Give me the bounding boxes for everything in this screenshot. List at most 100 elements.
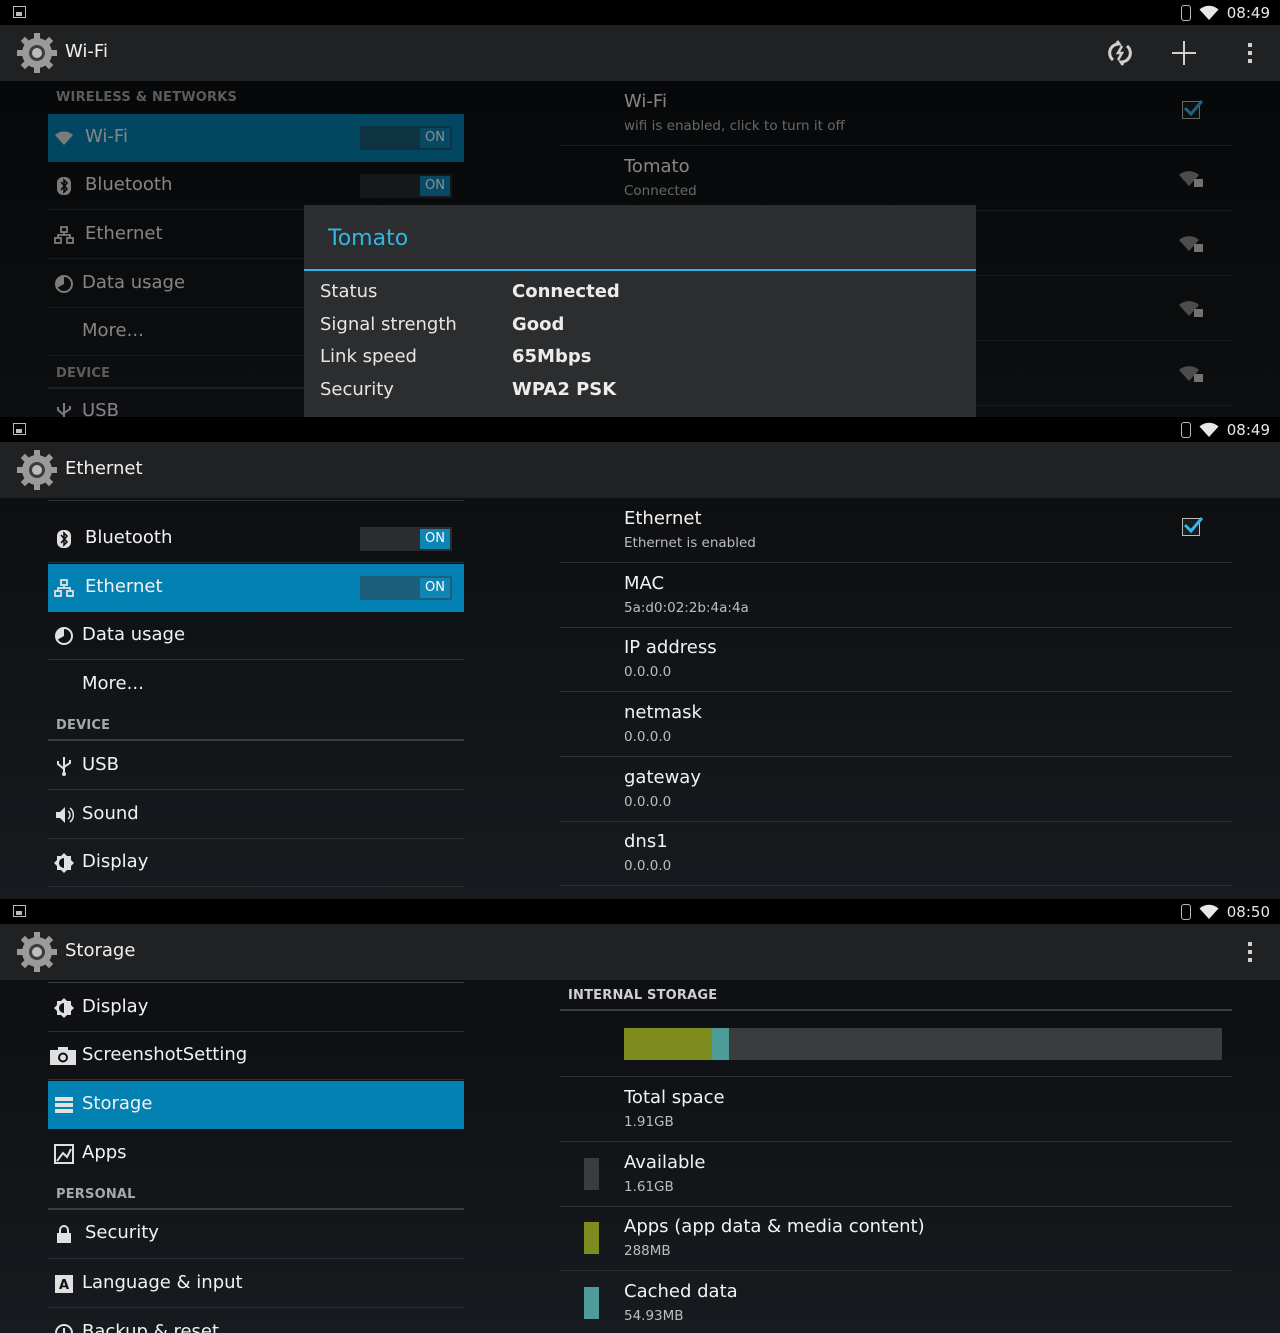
ethernet-enable-checkbox[interactable] bbox=[1182, 517, 1204, 536]
nav-item-label: Bluetooth bbox=[85, 527, 173, 548]
overflow-menu-icon[interactable] bbox=[1248, 43, 1252, 63]
gateway-pref[interactable]: gateway 0.0.0.0 bbox=[560, 757, 1232, 822]
ethernet-enable-pref[interactable]: Ethernet Ethernet is enabled bbox=[560, 498, 1232, 563]
status-bar: 08:49 bbox=[0, 0, 1280, 25]
nav-item-sound[interactable]: Sound bbox=[48, 791, 464, 839]
dialog-row-key: Security bbox=[320, 379, 394, 400]
nav-item-security[interactable]: Security bbox=[48, 1210, 464, 1259]
storage-settings-screen: 08:50 Storage Display ScreenshotSetting … bbox=[0, 899, 1280, 1333]
status-bar: 08:50 bbox=[0, 899, 1280, 924]
ethernet-icon bbox=[54, 579, 74, 597]
nav-item-label: Ethernet bbox=[85, 576, 163, 597]
pref-title: MAC bbox=[624, 573, 665, 594]
pref-summary: 288MB bbox=[624, 1243, 671, 1259]
category-divider bbox=[48, 739, 464, 741]
nav-item-usb[interactable]: USB bbox=[48, 742, 464, 790]
nav-item-label: Data usage bbox=[82, 624, 186, 645]
dialog-row-value: Good bbox=[512, 314, 565, 335]
data-usage-icon bbox=[55, 627, 73, 645]
bluetooth-status-icon bbox=[1180, 903, 1191, 920]
pref-title: Available bbox=[624, 1152, 706, 1173]
dialog-row-status: Status Connected bbox=[320, 281, 960, 313]
pref-summary: 0.0.0.0 bbox=[624, 729, 672, 745]
pref-summary: 1.61GB bbox=[624, 1179, 674, 1195]
bluetooth-toggle[interactable]: ON bbox=[360, 527, 452, 551]
apps-color-swatch bbox=[584, 1222, 599, 1254]
pref-title: Apps (app data & media content) bbox=[624, 1216, 925, 1237]
available-color-swatch bbox=[584, 1158, 599, 1190]
pref-summary: 5a:d0:02:2b:4a:4a bbox=[624, 600, 749, 616]
overflow-menu-icon[interactable] bbox=[1248, 942, 1252, 962]
nav-item-language[interactable]: A Language & input bbox=[48, 1260, 464, 1308]
category-personal: PERSONAL bbox=[56, 1187, 136, 1202]
settings-gear-icon[interactable] bbox=[15, 31, 59, 75]
total-space-pref: Total space 1.91GB bbox=[560, 1077, 1232, 1142]
ethernet-settings-screen: 08:49 Ethernet Bluetooth ON Ethernet ON … bbox=[0, 417, 1280, 899]
category-device: DEVICE bbox=[56, 718, 111, 733]
nav-item-data-usage[interactable]: Data usage bbox=[48, 612, 464, 660]
page-title: Storage bbox=[65, 940, 136, 961]
cached-data-pref[interactable]: Cached data 54.93MB bbox=[560, 1271, 1232, 1333]
apps-storage-pref[interactable]: Apps (app data & media content) 288MB bbox=[560, 1206, 1232, 1271]
dialog-title: Tomato bbox=[328, 226, 409, 251]
usb-icon bbox=[57, 757, 71, 776]
page-title: Wi-Fi bbox=[65, 41, 108, 62]
nav-item-display[interactable]: Display bbox=[48, 984, 464, 1032]
pref-summary: 1.91GB bbox=[624, 1114, 674, 1130]
network-details-dialog: Tomato Status Connected Signal strength … bbox=[304, 205, 976, 417]
status-time: 08:49 bbox=[1226, 3, 1270, 22]
dialog-row-link-speed: Link speed 65Mbps bbox=[320, 346, 960, 378]
screenshot-notification-icon bbox=[13, 905, 26, 917]
nav-item-label: Apps bbox=[82, 1142, 127, 1163]
dialog-row-signal: Signal strength Good bbox=[320, 314, 960, 346]
camera-icon bbox=[50, 1047, 76, 1065]
dialog-row-security: Security WPA2 PSK bbox=[320, 379, 960, 411]
ip-address-pref[interactable]: IP address 0.0.0.0 bbox=[560, 627, 1232, 692]
cache-color-swatch bbox=[584, 1287, 599, 1319]
ethernet-toggle[interactable]: ON bbox=[360, 576, 452, 600]
dialog-row-key: Signal strength bbox=[320, 314, 457, 335]
nav-item-storage[interactable]: Storage bbox=[48, 1081, 464, 1129]
wps-icon[interactable] bbox=[1105, 38, 1135, 68]
wifi-status-icon bbox=[1199, 904, 1219, 919]
available-pref: Available 1.61GB bbox=[560, 1142, 1232, 1207]
nav-item-ethernet[interactable]: Ethernet ON bbox=[48, 564, 464, 612]
status-bar: 08:49 bbox=[0, 417, 1280, 442]
netmask-pref[interactable]: netmask 0.0.0.0 bbox=[560, 692, 1232, 757]
nav-item-apps[interactable]: Apps bbox=[48, 1130, 464, 1178]
pref-title: IP address bbox=[624, 637, 717, 658]
nav-item-label: Display bbox=[82, 851, 149, 872]
dialog-row-value: 65Mbps bbox=[512, 346, 592, 367]
internal-storage-header: INTERNAL STORAGE bbox=[568, 988, 718, 1003]
mac-pref[interactable]: MAC 5a:d0:02:2b:4a:4a bbox=[560, 563, 1232, 628]
pref-summary: 54.93MB bbox=[624, 1308, 684, 1324]
bluetooth-status-icon bbox=[1180, 4, 1191, 21]
display-brightness-icon bbox=[54, 998, 74, 1018]
nav-item-display[interactable]: Display bbox=[48, 839, 464, 887]
lock-icon bbox=[57, 1225, 71, 1243]
wifi-status-icon bbox=[1199, 5, 1219, 20]
nav-item-label: Security bbox=[85, 1222, 159, 1243]
backup-icon bbox=[55, 1324, 73, 1333]
nav-item-label: More... bbox=[82, 673, 144, 694]
page-title: Ethernet bbox=[65, 458, 143, 479]
pref-title: gateway bbox=[624, 767, 701, 788]
dialog-row-key: Link speed bbox=[320, 346, 417, 367]
action-bar: Wi-Fi bbox=[0, 25, 1280, 81]
add-network-icon[interactable] bbox=[1169, 38, 1199, 68]
screenshot-notification-icon bbox=[13, 6, 26, 18]
status-time: 08:50 bbox=[1226, 902, 1270, 921]
apps-icon bbox=[54, 1144, 74, 1164]
nav-item-backup[interactable]: Backup & reset bbox=[48, 1309, 464, 1333]
pref-summary: 0.0.0.0 bbox=[624, 664, 672, 680]
svg-text:A: A bbox=[59, 1278, 69, 1293]
sound-icon bbox=[56, 807, 74, 823]
nav-item-screenshot[interactable]: ScreenshotSetting bbox=[48, 1032, 464, 1080]
settings-gear-icon[interactable] bbox=[15, 448, 59, 492]
settings-gear-icon[interactable] bbox=[15, 930, 59, 974]
nav-item-label: Storage bbox=[82, 1093, 153, 1114]
dns1-pref[interactable]: dns1 0.0.0.0 bbox=[560, 821, 1232, 886]
action-bar: Ethernet bbox=[0, 442, 1280, 498]
nav-item-bluetooth[interactable]: Bluetooth ON bbox=[48, 515, 464, 563]
nav-item-more[interactable]: More... bbox=[48, 661, 464, 709]
